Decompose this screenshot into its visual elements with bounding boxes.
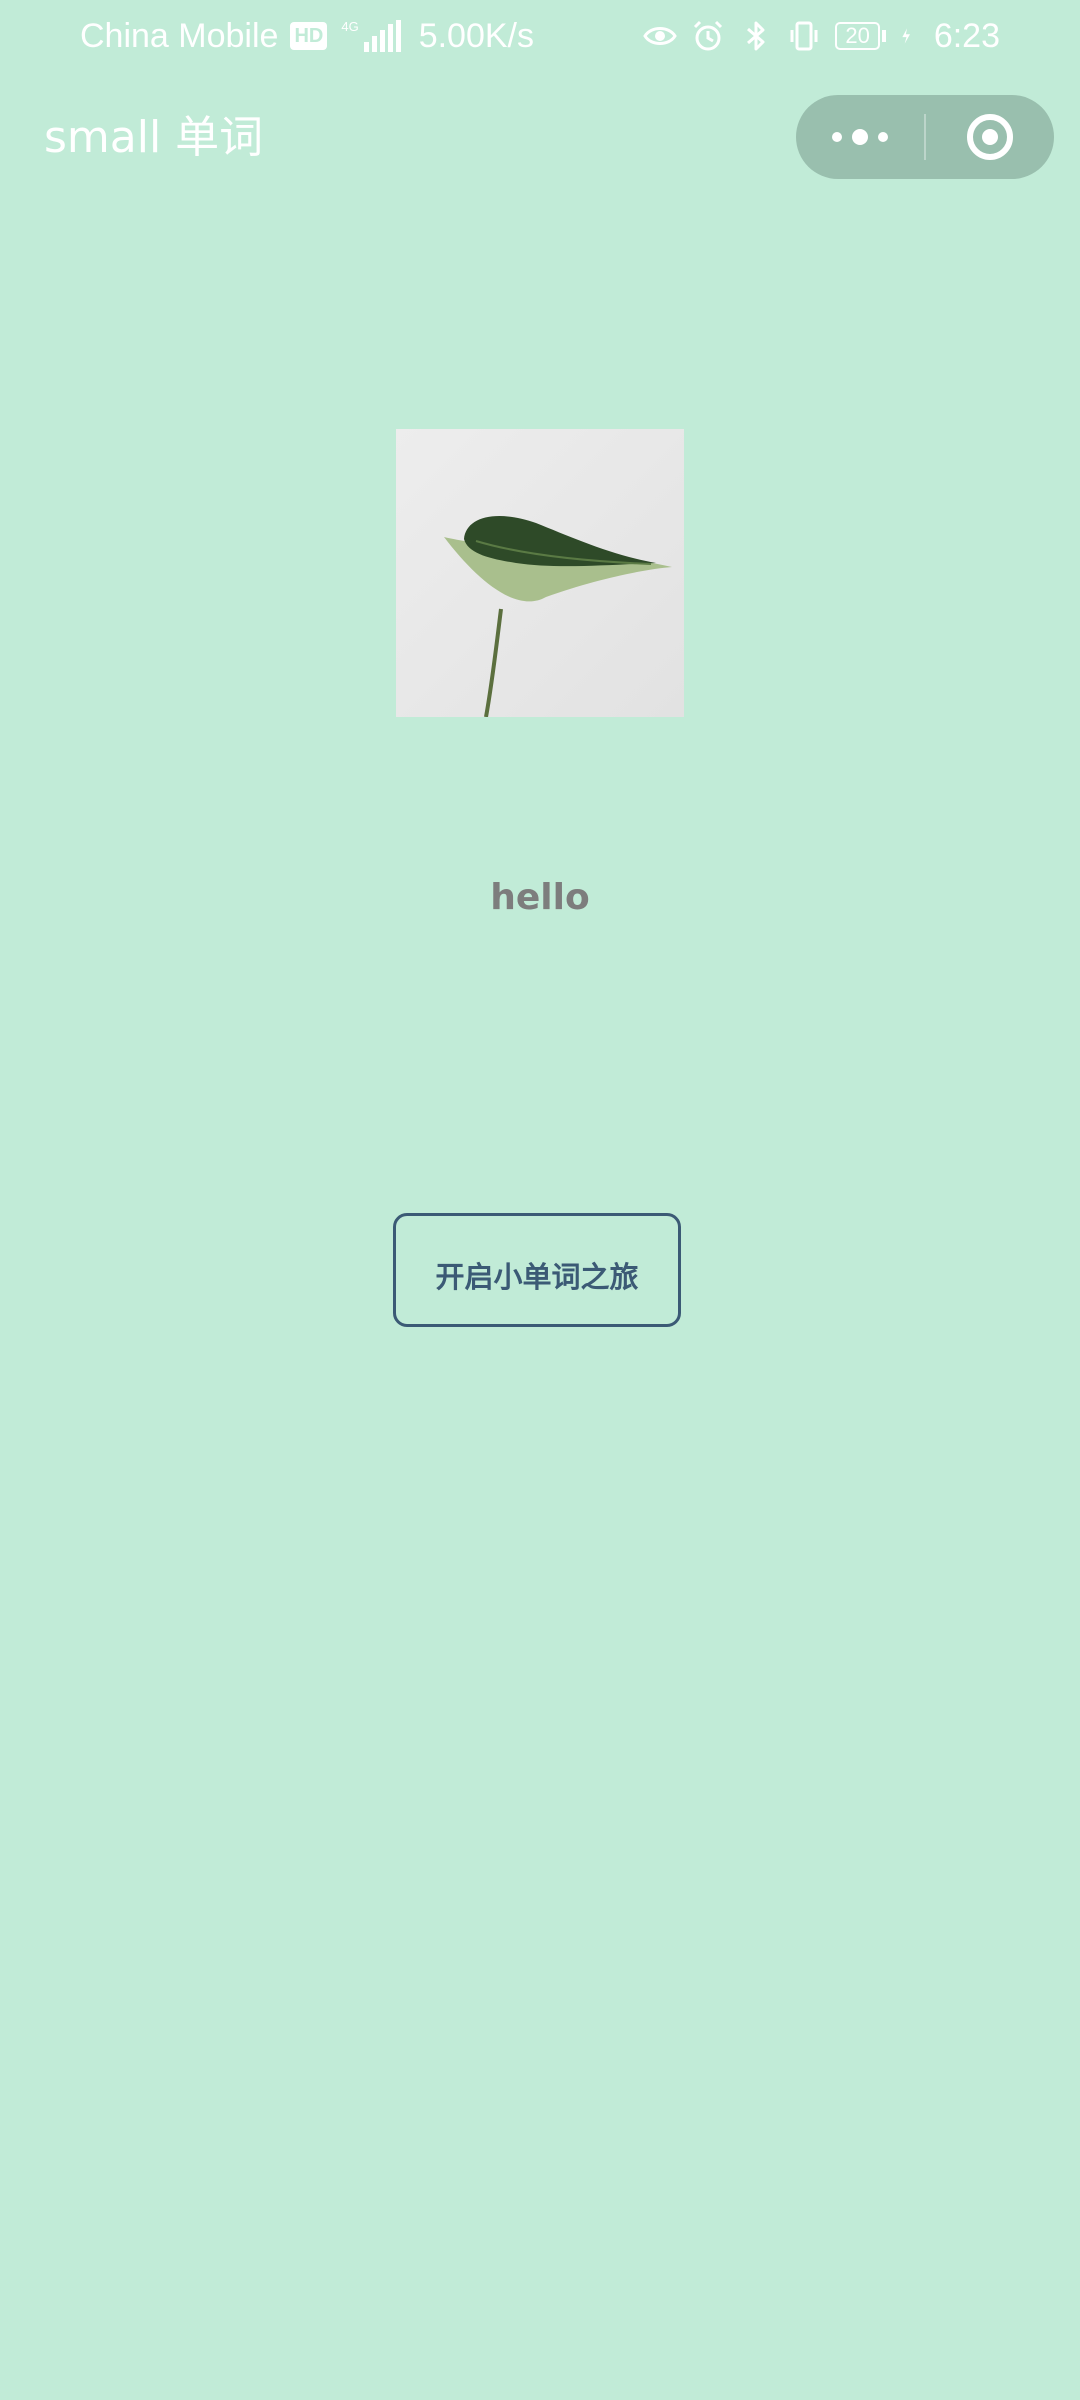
more-dots-icon <box>832 132 842 142</box>
hd-badge: HD <box>290 22 328 50</box>
status-left: China Mobile HD 4G 5.00K/s <box>80 14 534 58</box>
vibrate-icon <box>790 21 818 51</box>
bluetooth-icon <box>747 21 765 51</box>
leaf-image <box>396 429 684 717</box>
close-mini-program-button[interactable] <box>926 95 1054 179</box>
charging-icon <box>902 28 910 44</box>
battery-level: 20 <box>835 22 880 50</box>
alarm-icon <box>694 20 723 51</box>
status-right: 20 6:23 <box>643 14 1000 58</box>
eye-icon <box>643 27 678 45</box>
more-button[interactable] <box>796 95 924 179</box>
carrier-name: China Mobile <box>80 17 279 55</box>
start-journey-button[interactable]: 开启小单词之旅 <box>393 1213 681 1327</box>
network-type: 4G <box>341 19 359 34</box>
mini-program-capsule <box>796 95 1054 179</box>
target-circle-icon <box>967 114 1013 160</box>
battery-icon: 20 <box>835 22 886 50</box>
greeting-text: hello <box>490 877 590 918</box>
page-title: small 单词 <box>44 112 264 163</box>
status-bar: China Mobile HD 4G 5.00K/s 20 6:23 <box>0 0 1080 72</box>
net-speed: 5.00K/s <box>418 17 534 55</box>
clock: 6:23 <box>933 17 1000 55</box>
signal-icon: 4G <box>341 19 401 52</box>
